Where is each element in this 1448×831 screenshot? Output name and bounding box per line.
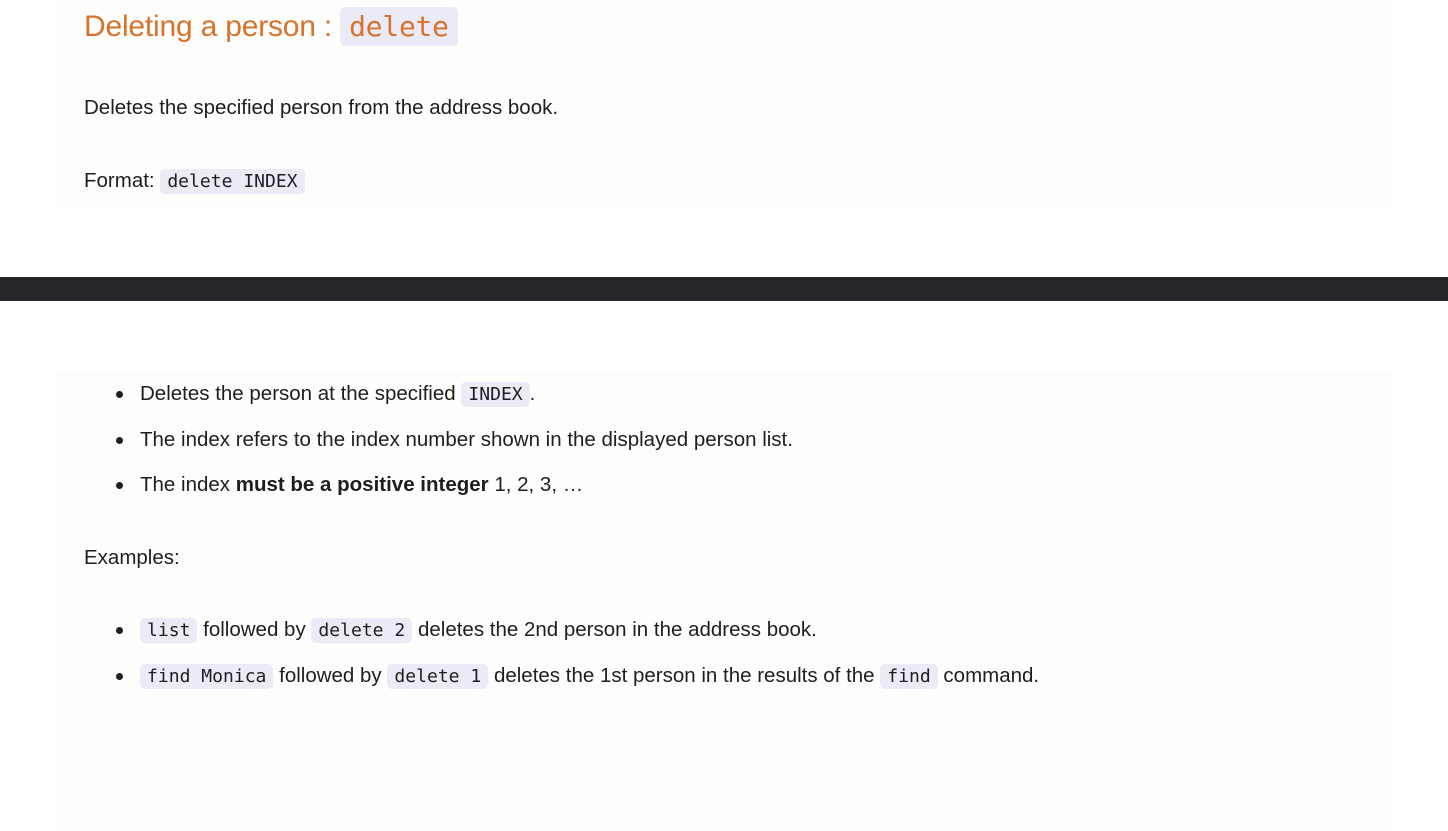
format-line: Format: delete INDEX xyxy=(84,166,1374,197)
example-description: deletes the 1st person in the results of… xyxy=(493,664,875,687)
format-command-code: delete INDEX xyxy=(160,169,305,194)
note-text-after: 1, 2, 3, … xyxy=(494,473,584,496)
note-text-after: . xyxy=(529,382,536,405)
section-description: Deletes the specified person from the ad… xyxy=(84,96,559,119)
example-description: deletes the 2nd person in the address bo… xyxy=(417,618,817,641)
list-item: Deletes the person at the specified INDE… xyxy=(84,371,1374,417)
examples-label: Examples: xyxy=(84,546,180,569)
page-title: Deleting a person : delete xyxy=(84,7,1374,46)
example-description-tail: command. xyxy=(943,664,1040,687)
example-command-code-secondary: delete 1 xyxy=(387,664,489,689)
examples-label-row: Examples: xyxy=(84,543,1374,573)
list-item: The index must be a positive integer 1, … xyxy=(84,462,1374,507)
list-item: find Monica followed by delete 1 deletes… xyxy=(84,653,1374,699)
example-connector: followed by xyxy=(203,618,306,641)
examples-bullet-list: list followed by delete 2 deletes the 2n… xyxy=(84,607,1374,699)
example-command-code-tertiary: find xyxy=(880,664,938,689)
section-description-row: Deletes the specified person from the ad… xyxy=(84,93,1374,123)
note-text-before: The index refers to the index number sho… xyxy=(140,428,793,451)
section-format-row: Format: delete INDEX xyxy=(84,166,1374,197)
notes-bullet-list: Deletes the person at the specified INDE… xyxy=(84,371,1374,507)
list-item: list followed by delete 2 deletes the 2n… xyxy=(84,607,1374,653)
examples-list-block: list followed by delete 2 deletes the 2n… xyxy=(84,607,1374,699)
section-heading-row: Deleting a person : delete xyxy=(84,7,1374,46)
note-text-before: The index xyxy=(140,473,231,496)
notes-list-block: Deletes the person at the specified INDE… xyxy=(84,371,1374,507)
example-connector: followed by xyxy=(279,664,382,687)
example-command-code-secondary: delete 2 xyxy=(311,618,413,643)
note-index-code: INDEX xyxy=(461,382,530,407)
note-text-before: Deletes the person at the specified xyxy=(140,382,456,405)
dark-separator-band xyxy=(0,277,1448,301)
note-emphasis: must be a positive integer xyxy=(235,473,489,496)
section-heading-command-code: delete xyxy=(340,7,458,46)
section-heading-text: Deleting a person : xyxy=(84,10,333,43)
format-label: Format: xyxy=(84,169,155,192)
list-item: The index refers to the index number sho… xyxy=(84,417,1374,462)
example-command-code-primary: find Monica xyxy=(140,664,274,689)
document-page: Deleting a person : delete Deletes the s… xyxy=(0,0,1448,831)
example-command-code-primary: list xyxy=(140,618,198,643)
